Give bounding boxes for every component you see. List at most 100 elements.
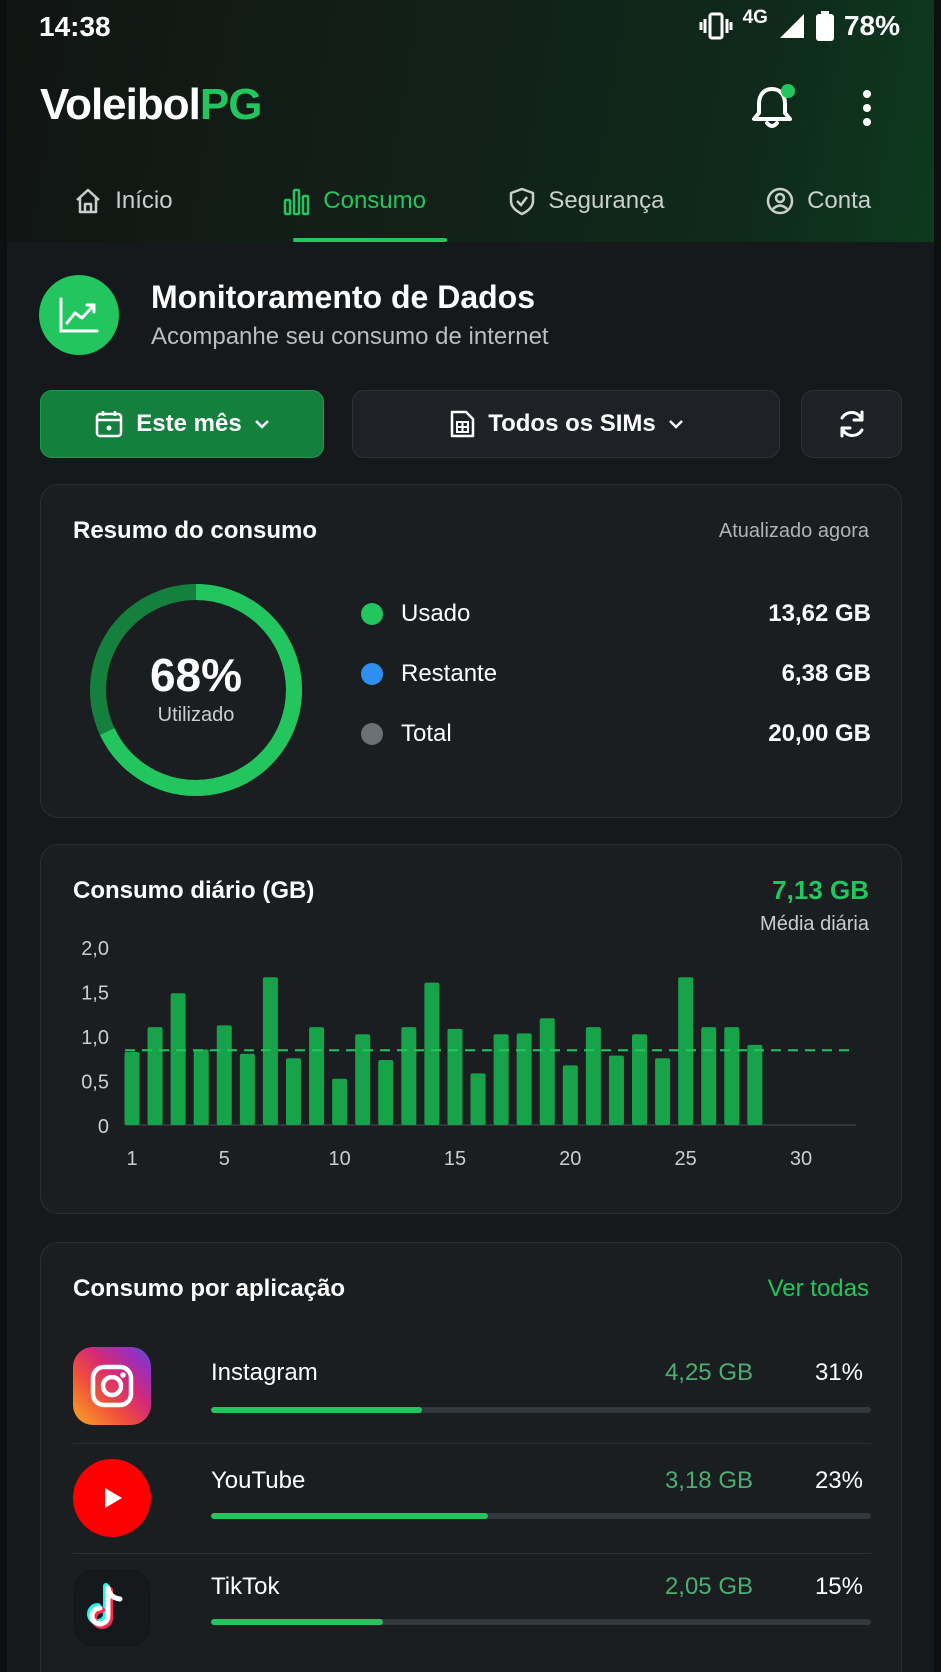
legend-value: 6,38 GB [781, 660, 871, 687]
tiktok-icon [73, 1569, 151, 1647]
summary-updated: Atualizado agora [718, 520, 869, 542]
chart-bar [124, 1052, 140, 1125]
chart-bar [470, 1073, 486, 1125]
app-name: YouTube [211, 1467, 306, 1494]
brand-logo[interactable]: VoleibolPG [40, 80, 263, 130]
tab-label: Conta [807, 187, 872, 214]
chart-bar [309, 1027, 325, 1125]
legend-dot-remaining [361, 663, 383, 685]
chart-bar [632, 1034, 648, 1125]
more-vertical-icon [863, 90, 871, 126]
chart-bar [608, 1055, 624, 1125]
tab-label: Consumo [323, 187, 426, 214]
y-tick-label: 0 [98, 1116, 109, 1138]
chart-bar [447, 1028, 463, 1125]
chart-bar [285, 1058, 301, 1125]
chart-bar [424, 982, 440, 1125]
app-usage-gb: 4,25 GB [664, 1359, 753, 1386]
app-name: TikTok [211, 1573, 280, 1600]
chart-bar [332, 1078, 348, 1125]
chart-bar [747, 1044, 763, 1125]
period-filter-label: Este mês [136, 410, 242, 437]
app-usage-bar [211, 1619, 383, 1625]
instagram-icon [73, 1347, 151, 1425]
chart-bar [724, 1027, 740, 1125]
usage-donut: 68% Utilizado [86, 580, 306, 800]
app-usage-gb: 2,05 GB [664, 1573, 753, 1600]
tab-seguranca[interactable]: Segurança [471, 160, 703, 242]
filter-bar: Este mês Todos os SIMs [40, 390, 902, 458]
more-options-button[interactable] [852, 84, 882, 134]
app-row-tiktok[interactable]: TikTok 2,05 GB 15% [73, 1569, 871, 1665]
usage-percent-label: Utilizado [157, 704, 235, 726]
main-tabs: Início Consumo Segurança Conta [7, 160, 934, 242]
y-tick-label: 1,0 [81, 1027, 109, 1049]
tab-consumo[interactable]: Consumo [239, 160, 471, 242]
chevron-down-icon [254, 420, 269, 429]
apps-title: Consumo por aplicação [73, 1275, 346, 1302]
divider [73, 1443, 871, 1444]
x-tick-label: 25 [675, 1148, 697, 1170]
x-tick-label: 30 [790, 1148, 812, 1170]
chart-bar [378, 1060, 394, 1125]
page-title: Monitoramento de Dados [151, 279, 536, 315]
chart-bar [355, 1034, 371, 1125]
app-usage-track [211, 1619, 871, 1625]
notification-badge [781, 84, 795, 98]
x-tick-label: 15 [444, 1148, 466, 1170]
chart-bar [655, 1058, 671, 1125]
battery-level: 78% [843, 10, 900, 41]
legend-dot-total [361, 723, 383, 745]
y-tick-label: 0,5 [81, 1072, 109, 1094]
legend-total: Total 20,00 GB [361, 719, 871, 749]
tab-label: Segurança [548, 187, 665, 214]
home-icon [76, 188, 101, 214]
app-usage-bar [211, 1513, 489, 1519]
battery-icon [815, 11, 834, 41]
chart-bar [701, 1027, 717, 1125]
usage-percent: 68% [149, 649, 243, 701]
chart-bar [147, 1027, 163, 1125]
bar-chart-icon [284, 188, 310, 216]
period-filter-button[interactable]: Este mês [40, 390, 324, 458]
legend-name: Usado [401, 600, 471, 627]
legend-value: 20,00 GB [768, 720, 871, 747]
chart-bar [562, 1065, 578, 1125]
notifications-button[interactable] [747, 82, 797, 132]
chevron-down-icon [668, 420, 683, 429]
sim-card-icon [450, 410, 475, 438]
brand-suffix: PG [199, 80, 263, 129]
app-usage-track [211, 1513, 871, 1519]
x-tick-label: 10 [328, 1148, 350, 1170]
refresh-button[interactable] [801, 390, 902, 458]
x-tick-label: 1 [126, 1148, 137, 1170]
see-all-link[interactable]: Ver todas [768, 1275, 869, 1303]
brand-name: Voleibol [40, 80, 201, 129]
sim-filter-label: Todos os SIMs [488, 410, 656, 437]
app-usage-percent: 23% [814, 1467, 863, 1494]
app-usage-percent: 31% [814, 1359, 863, 1386]
app-row-youtube[interactable]: YouTube 3,18 GB 23% [73, 1459, 871, 1555]
tab-label: Início [115, 187, 173, 214]
apps-usage-card: Consumo por aplicação Ver todas Instagra… [40, 1242, 902, 1672]
chart-bar [585, 1027, 601, 1125]
y-tick-label: 2,0 [81, 938, 109, 960]
chart-bar [193, 1049, 209, 1125]
tab-inicio[interactable]: Início [7, 160, 239, 242]
sim-filter-button[interactable]: Todos os SIMs [352, 390, 780, 458]
network-type: 4G [742, 7, 768, 28]
calendar-icon [96, 411, 123, 438]
page-header: Monitoramento de Dados Acompanhe seu con… [39, 275, 899, 355]
legend-used: Usado 13,62 GB [361, 599, 871, 629]
page-subtitle: Acompanhe seu consumo de internet [151, 323, 549, 350]
app-name: Instagram [211, 1359, 318, 1386]
legend-name: Total [401, 720, 452, 747]
status-time: 14:38 [39, 11, 111, 42]
chart-bar [516, 1033, 532, 1125]
app-row-instagram[interactable]: Instagram 4,25 GB 31% [73, 1347, 871, 1443]
chart-bar [170, 993, 186, 1125]
daily-usage-chart: 2,01,51,00,501 5 10 15 20 25 30 [81, 938, 856, 1170]
tab-conta[interactable]: Conta [702, 160, 934, 242]
user-icon [766, 187, 794, 215]
app-usage-percent: 15% [814, 1573, 863, 1600]
